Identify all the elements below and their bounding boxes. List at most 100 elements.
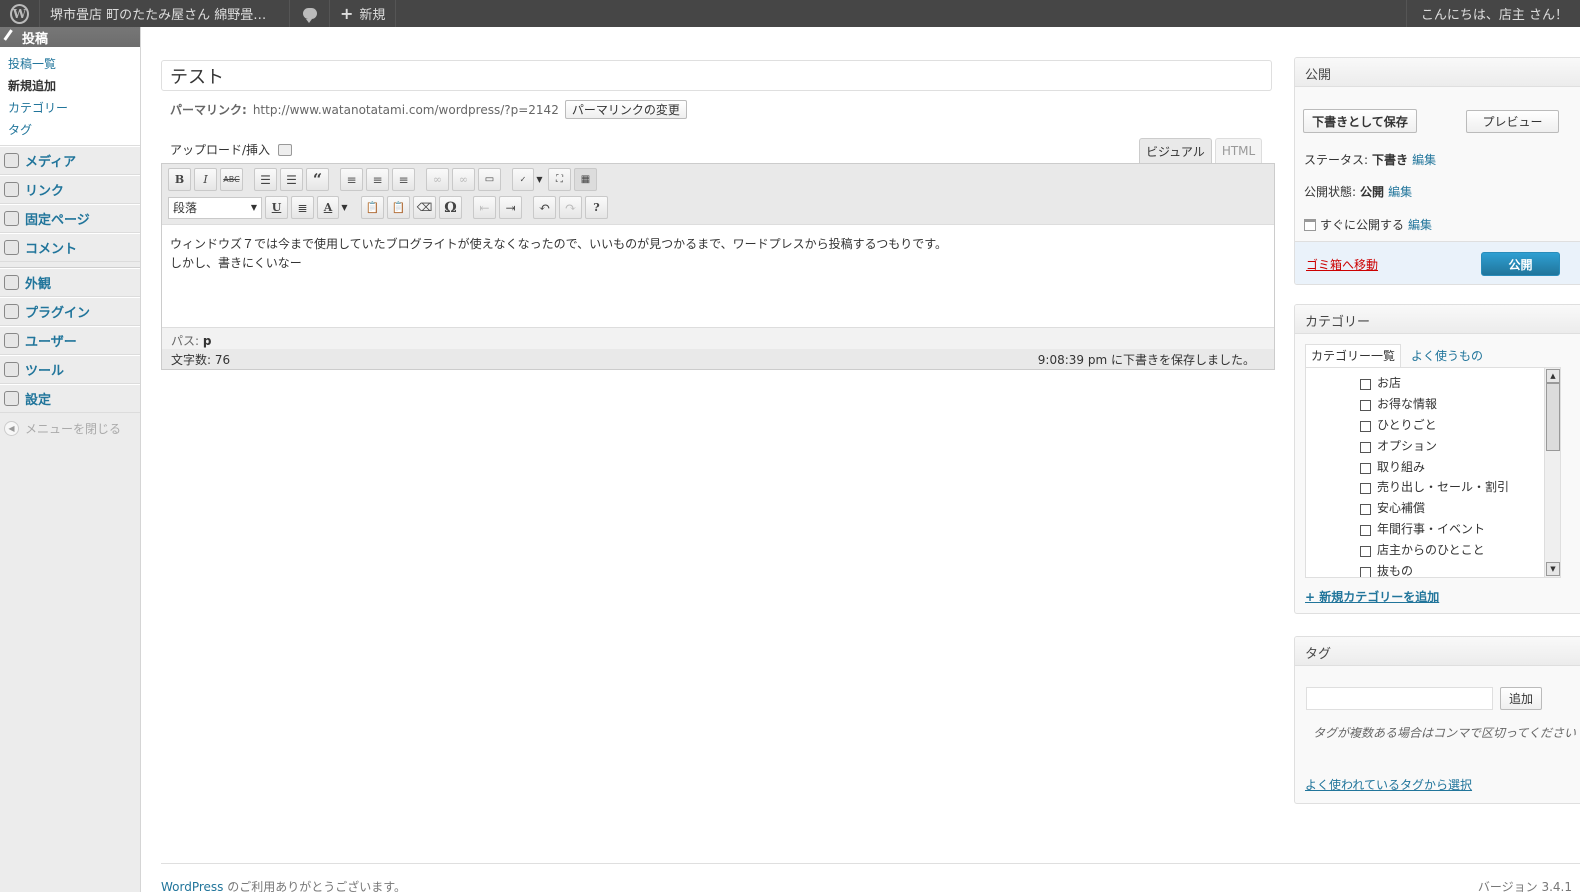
align-right-button[interactable]: ≡ — [392, 168, 415, 191]
strikethrough-button[interactable]: ABC — [220, 168, 243, 191]
align-left-button[interactable]: ≡ — [340, 168, 363, 191]
menu-media[interactable]: メディア — [0, 146, 140, 175]
publish-button[interactable]: 公開 — [1481, 252, 1560, 276]
category-checkbox[interactable] — [1360, 399, 1371, 411]
category-box-heading[interactable]: カテゴリー — [1295, 305, 1580, 334]
chevron-down-icon[interactable]: ▼ — [339, 196, 350, 219]
path-value[interactable]: p — [203, 334, 212, 348]
tab-all-categories[interactable]: カテゴリー一覧 — [1305, 344, 1402, 367]
collapse-menu[interactable]: ◀ メニューを閉じる — [0, 413, 140, 443]
preview-button[interactable]: プレビュー — [1466, 110, 1559, 133]
remove-format-button[interactable]: ⌫ — [413, 196, 436, 219]
align-center-button[interactable]: ≡ — [366, 168, 389, 191]
submenu-all-posts[interactable]: 投稿一覧 — [8, 53, 140, 75]
scroll-up-icon[interactable]: ▲ — [1546, 369, 1560, 383]
category-item[interactable]: お得な情報 — [1360, 393, 1509, 414]
save-draft-button[interactable]: 下書きとして保存 — [1303, 109, 1417, 133]
special-character-button[interactable]: Ω — [439, 196, 462, 219]
menu-comments[interactable]: コメント — [0, 233, 140, 262]
spellcheck-split-button[interactable]: ✓ ▼ — [512, 168, 545, 191]
add-media-icon[interactable] — [278, 143, 293, 156]
wordpress-link[interactable]: WordPress — [161, 880, 223, 892]
move-to-trash-link[interactable]: ゴミ箱へ移動 — [1306, 256, 1378, 273]
add-new-category-link[interactable]: + 新規カテゴリーを追加 — [1305, 588, 1439, 605]
category-item[interactable]: 安心補償 — [1360, 497, 1509, 518]
tab-popular-categories[interactable]: よく使うもの — [1409, 344, 1485, 367]
category-item[interactable]: 取り組み — [1360, 456, 1509, 477]
insert-link-button[interactable]: ∞ — [426, 168, 449, 191]
bold-button[interactable]: B — [168, 168, 191, 191]
editor-path: パス: p — [162, 327, 1274, 349]
category-checkbox[interactable] — [1360, 525, 1371, 537]
category-checkbox[interactable] — [1360, 441, 1371, 453]
menu-tools[interactable]: ツール — [0, 355, 140, 384]
edit-schedule-link[interactable]: 編集 — [1408, 216, 1432, 233]
unlink-button[interactable]: ∞ — [452, 168, 475, 191]
redo-button[interactable]: ↷ — [559, 196, 582, 219]
add-tag-button[interactable]: 追加 — [1500, 687, 1542, 710]
chevron-down-icon[interactable]: ▼ — [534, 168, 545, 191]
site-name-link[interactable]: 堺市畳店 町のたたみ屋さん 綿野畳店… — [40, 0, 290, 27]
edit-visibility-link[interactable]: 編集 — [1388, 183, 1412, 200]
italic-button[interactable]: I — [194, 168, 217, 191]
undo-button[interactable]: ↶ — [533, 196, 556, 219]
tag-cloud-link[interactable]: よく使われているタグから選択 — [1305, 776, 1472, 793]
indent-button[interactable]: ⇥ — [499, 196, 522, 219]
publish-box-heading[interactable]: 公開 — [1295, 58, 1580, 87]
paste-text-button[interactable]: 📋 — [361, 196, 384, 219]
category-checkbox[interactable] — [1360, 378, 1371, 390]
menu-links[interactable]: リンク — [0, 175, 140, 204]
menu-pages[interactable]: 固定ページ — [0, 204, 140, 233]
format-select[interactable]: 段落 ▼ — [168, 196, 262, 219]
tab-html[interactable]: HTML — [1214, 138, 1263, 163]
scroll-down-icon[interactable]: ▼ — [1546, 562, 1560, 576]
menu-posts[interactable]: 投稿 — [0, 27, 140, 47]
submenu-tags[interactable]: タグ — [8, 119, 140, 141]
post-title-input[interactable] — [161, 60, 1272, 91]
category-item[interactable]: 抜もの — [1360, 560, 1509, 577]
category-item[interactable]: 年間行事・イベント — [1360, 518, 1509, 539]
category-checkbox[interactable] — [1360, 462, 1371, 474]
justify-button[interactable]: ≣ — [291, 196, 314, 219]
category-item[interactable]: 店主からのひとこと — [1360, 539, 1509, 560]
tab-visual[interactable]: ビジュアル — [1139, 138, 1212, 163]
insert-more-button[interactable]: ▭ — [478, 168, 501, 191]
bullet-list-button[interactable]: ☰ — [254, 168, 277, 191]
category-item[interactable]: ひとりごと — [1360, 414, 1509, 435]
new-tag-input[interactable] — [1306, 687, 1493, 710]
category-checkbox[interactable] — [1360, 504, 1371, 516]
text-color-icon: A — [317, 196, 339, 219]
editor-content[interactable]: ウィンドウズ７では今まで使用していたブログライトが使えなくなったので、いいものが… — [162, 224, 1274, 327]
blockquote-button[interactable]: “ — [306, 168, 329, 191]
menu-settings[interactable]: 設定 — [0, 384, 140, 413]
outdent-button[interactable]: ⇤ — [473, 196, 496, 219]
submenu-add-new[interactable]: 新規追加 — [8, 75, 140, 97]
new-content-button[interactable]: + 新規 — [330, 0, 397, 27]
menu-appearance[interactable]: 外観 — [0, 268, 140, 297]
fullscreen-button[interactable]: ⛶ — [548, 168, 571, 191]
help-button[interactable]: ? — [585, 196, 608, 219]
numbered-list-button[interactable]: ☰ — [280, 168, 303, 191]
tag-box-heading[interactable]: タグ — [1295, 637, 1580, 666]
category-checkbox[interactable] — [1360, 566, 1371, 577]
menu-plugins[interactable]: プラグイン — [0, 297, 140, 326]
kitchen-sink-button[interactable]: ▦ — [574, 168, 597, 191]
category-item[interactable]: 売り出し・セール・割引 — [1360, 476, 1509, 497]
category-item[interactable]: オプション — [1360, 435, 1509, 456]
underline-button[interactable]: U — [265, 196, 288, 219]
wordpress-logo-button[interactable]: W — [0, 0, 40, 27]
category-checkbox[interactable] — [1360, 420, 1371, 432]
submenu-categories[interactable]: カテゴリー — [8, 97, 140, 119]
menu-users[interactable]: ユーザー — [0, 326, 140, 355]
category-scrollbar[interactable]: ▲ ▼ — [1544, 368, 1560, 577]
category-item[interactable]: お店 — [1360, 372, 1509, 393]
edit-status-link[interactable]: 編集 — [1412, 151, 1436, 168]
category-checkbox[interactable] — [1360, 483, 1371, 495]
comments-button[interactable] — [290, 0, 330, 27]
paste-word-button[interactable]: 📋 — [387, 196, 410, 219]
category-checkbox[interactable] — [1360, 546, 1371, 558]
change-permalink-button[interactable]: パーマリンクの変更 — [564, 100, 687, 119]
account-menu[interactable]: こんにちは、店主 さん！ — [1405, 0, 1580, 27]
scroll-thumb[interactable] — [1546, 383, 1560, 451]
text-color-split-button[interactable]: A ▼ — [317, 196, 350, 219]
